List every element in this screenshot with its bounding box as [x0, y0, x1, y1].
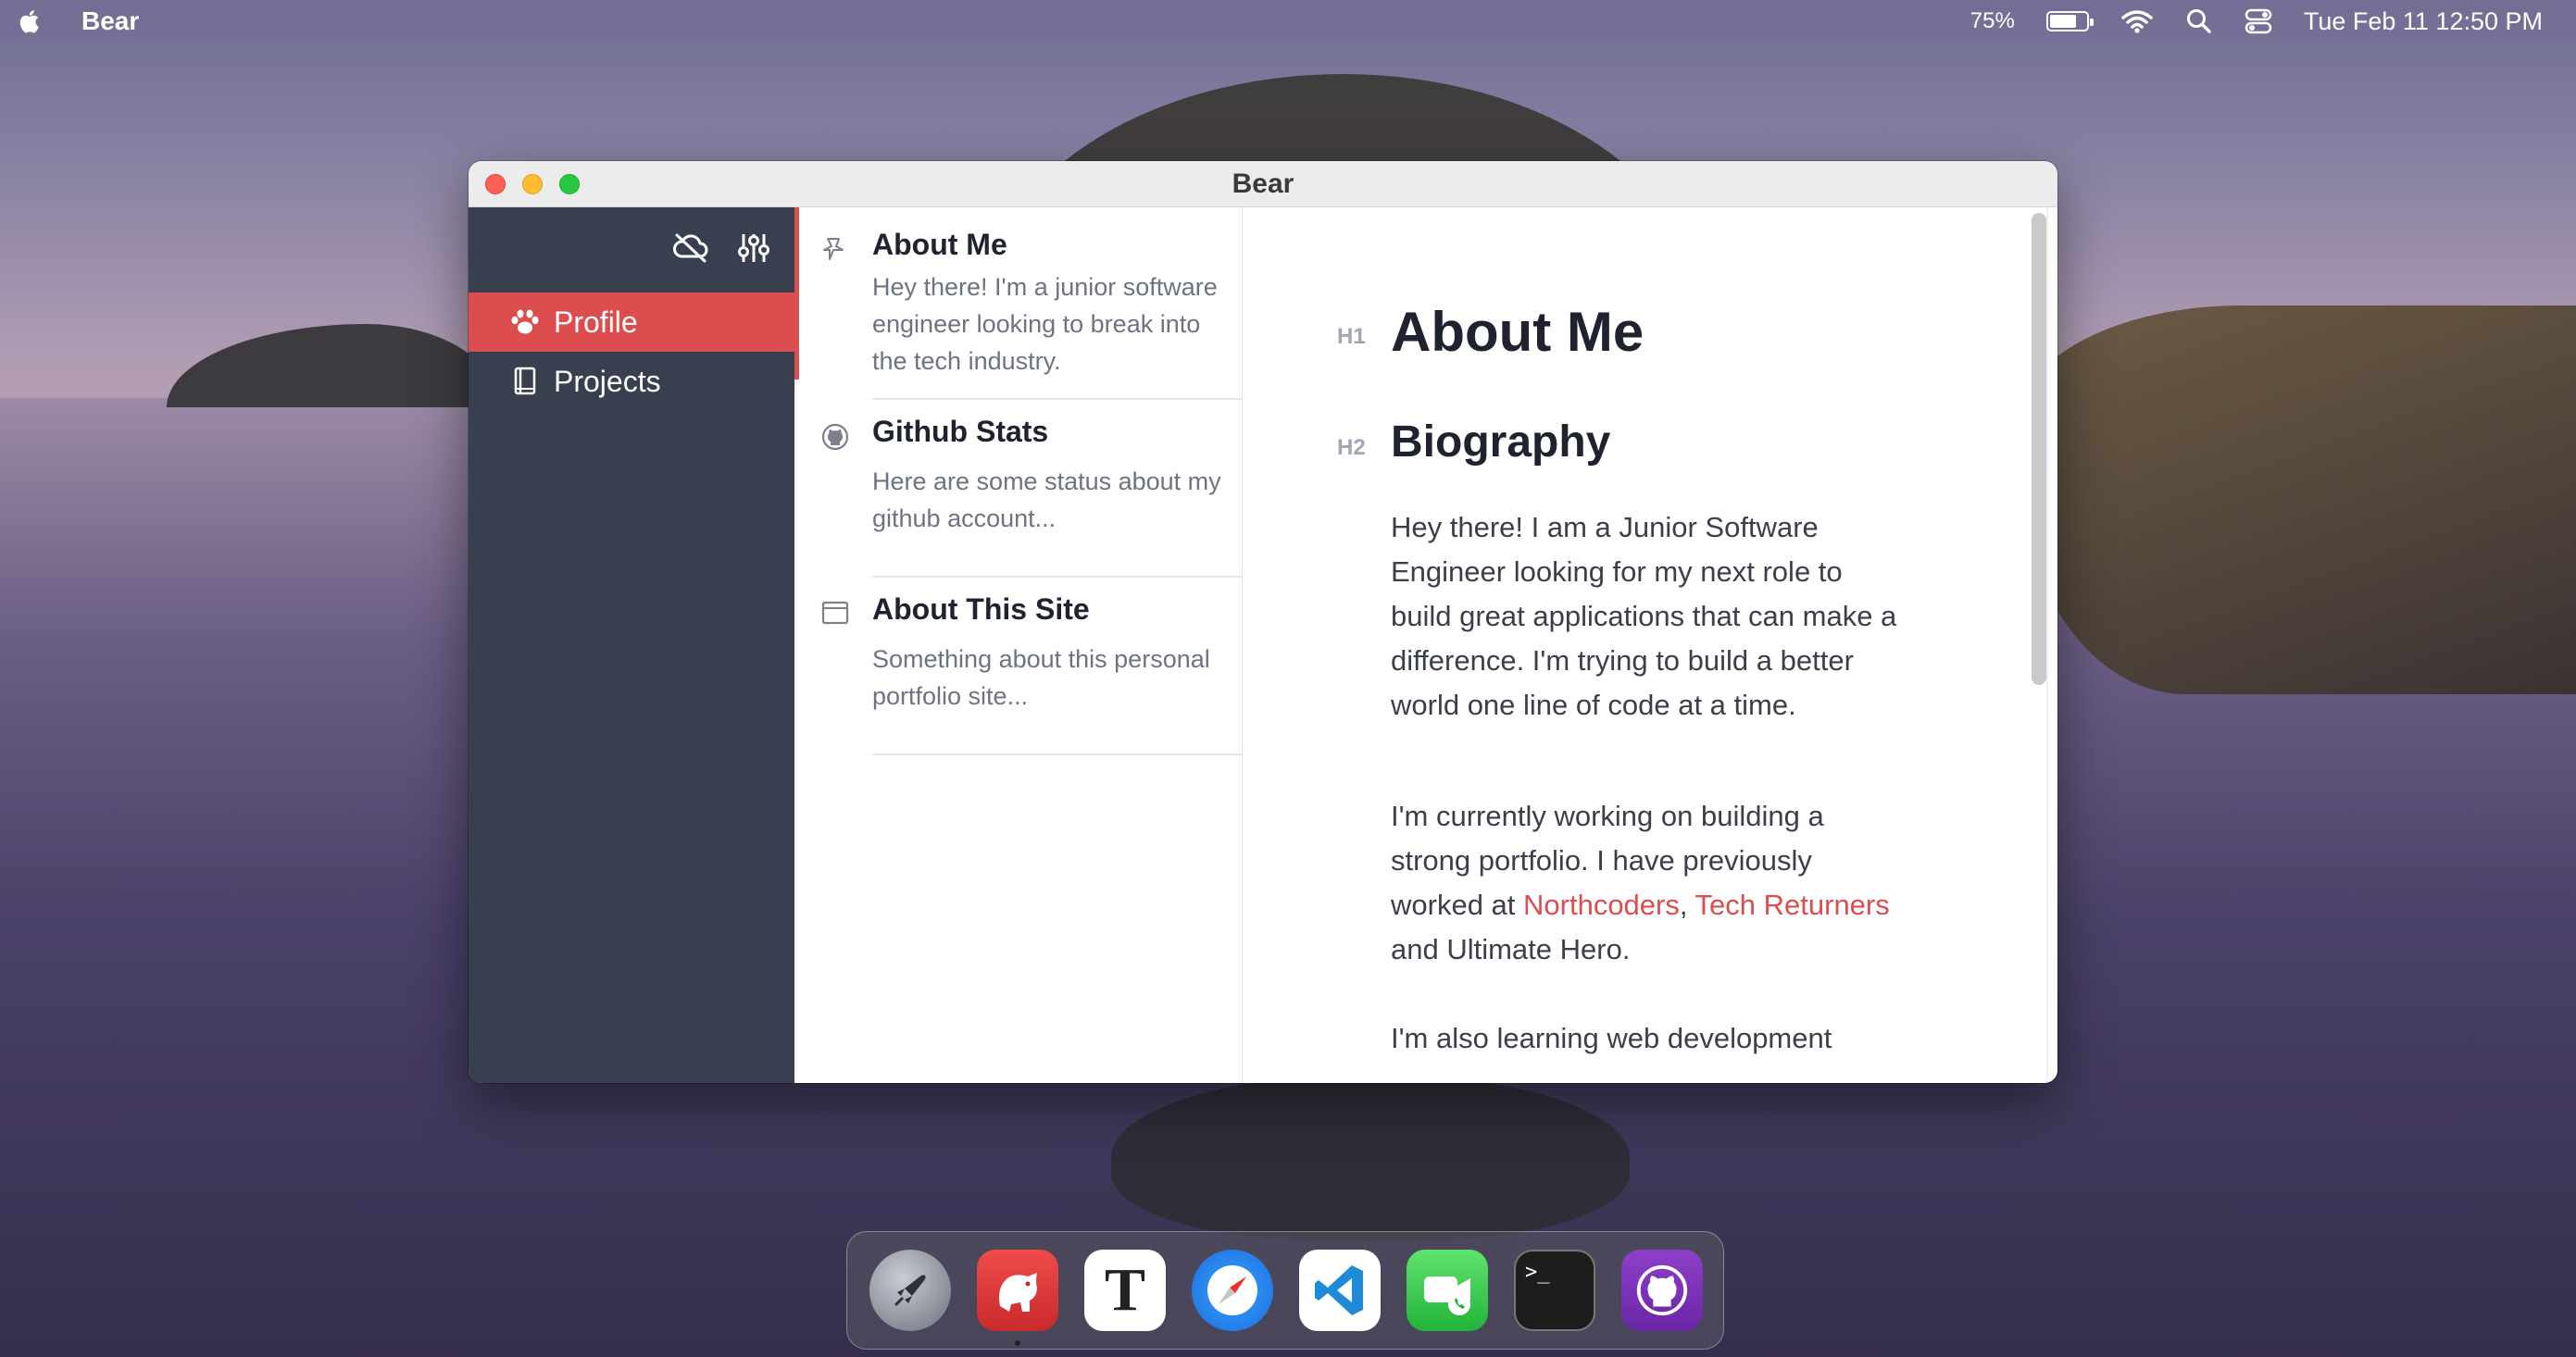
- sidebar-item-label: Profile: [554, 305, 638, 339]
- note-title: About Me: [872, 228, 1007, 261]
- note-editor[interactable]: H1 About Me H2 Biography Hey there! I am…: [1243, 207, 2057, 1083]
- note-list-item[interactable]: About This Site Something about this per…: [794, 578, 1243, 755]
- browser-window-icon: [821, 601, 849, 625]
- book-icon: [509, 366, 541, 397]
- heading-level-marker: H2: [1337, 435, 1366, 460]
- note-heading-1[interactable]: About Me: [1391, 300, 1644, 364]
- sliders-icon[interactable]: [737, 231, 770, 265]
- sidebar-item-projects[interactable]: Projects: [469, 352, 794, 411]
- note-snippet: Something about this personal portfolio …: [872, 645, 1210, 710]
- wallpaper-island-bottom: [1111, 1074, 1630, 1240]
- note-separator: [872, 753, 1243, 755]
- launchpad-icon[interactable]: [869, 1250, 951, 1331]
- running-indicator: [1015, 1340, 1020, 1346]
- sidebar-item-profile[interactable]: Profile: [469, 293, 794, 352]
- vscode-icon[interactable]: [1299, 1250, 1381, 1331]
- control-center-icon[interactable]: [2245, 8, 2272, 34]
- paw-icon: [509, 306, 541, 338]
- apple-icon[interactable]: [17, 6, 44, 37]
- typora-icon[interactable]: T: [1084, 1250, 1166, 1331]
- note-list-item[interactable]: About Me Hey there! I'm a junior softwar…: [794, 207, 1243, 400]
- note-snippet: Hey there! I'm a junior software enginee…: [872, 273, 1218, 375]
- note-list-item[interactable]: Github Stats Here are some status about …: [794, 400, 1243, 578]
- pin-icon: [823, 238, 844, 260]
- battery-icon[interactable]: [2045, 11, 2094, 31]
- wifi-icon[interactable]: [2120, 8, 2154, 34]
- menubar-clock[interactable]: Tue Feb 11 12:50 PM: [2304, 7, 2543, 36]
- battery-percent: 75%: [1970, 8, 2015, 33]
- note-title: Github Stats: [872, 415, 1049, 448]
- paragraph[interactable]: I'm currently working on building a stro…: [1391, 794, 1909, 972]
- selected-note-indicator: [794, 207, 799, 380]
- wallpaper-cliff-right: [2019, 305, 2576, 694]
- dock: T >_: [846, 1231, 1724, 1350]
- safari-icon[interactable]: [1192, 1250, 1273, 1331]
- scroll-track: [2046, 207, 2048, 1083]
- note-heading-2[interactable]: Biography: [1391, 417, 1610, 467]
- window-title: Bear: [1232, 168, 1294, 199]
- paragraph-text: and Ultimate Hero.: [1391, 933, 1631, 965]
- github-desktop-icon[interactable]: [1621, 1250, 1703, 1331]
- sidebar-item-label: Projects: [554, 364, 661, 398]
- heading-level-marker: H1: [1337, 324, 1366, 349]
- spotlight-search-icon[interactable]: [2185, 7, 2213, 35]
- scrollbar-thumb[interactable]: [2032, 213, 2046, 685]
- note-list: About Me Hey there! I'm a junior softwar…: [794, 207, 1243, 1083]
- menubar-app-name[interactable]: Bear: [81, 6, 139, 36]
- menu-bar: Bear 75% Tue Feb 11 12:50 PM: [0, 0, 2576, 43]
- bear-window: Bear Profile Projects About Me Hey there…: [469, 161, 2057, 1083]
- cloud-off-icon[interactable]: [672, 231, 709, 263]
- note-snippet: Here are some status about my github acc…: [872, 467, 1221, 532]
- terminal-prompt: >_: [1525, 1261, 1550, 1284]
- tech-returners-link[interactable]: Tech Returners: [1695, 889, 1890, 921]
- note-title: About This Site: [872, 592, 1090, 626]
- github-icon: [821, 423, 849, 451]
- terminal-icon[interactable]: >_: [1514, 1250, 1595, 1331]
- bear-app-icon[interactable]: [977, 1250, 1058, 1346]
- paragraph[interactable]: Hey there! I am a Junior Software Engine…: [1391, 505, 1909, 728]
- northcoders-link[interactable]: Northcoders: [1523, 889, 1680, 921]
- paragraph-text: ,: [1679, 889, 1695, 921]
- facetime-icon[interactable]: [1407, 1250, 1488, 1331]
- sidebar: Profile Projects: [469, 207, 794, 1083]
- title-bar[interactable]: Bear: [469, 161, 2057, 207]
- paragraph[interactable]: I'm also learning web development: [1391, 1016, 1909, 1061]
